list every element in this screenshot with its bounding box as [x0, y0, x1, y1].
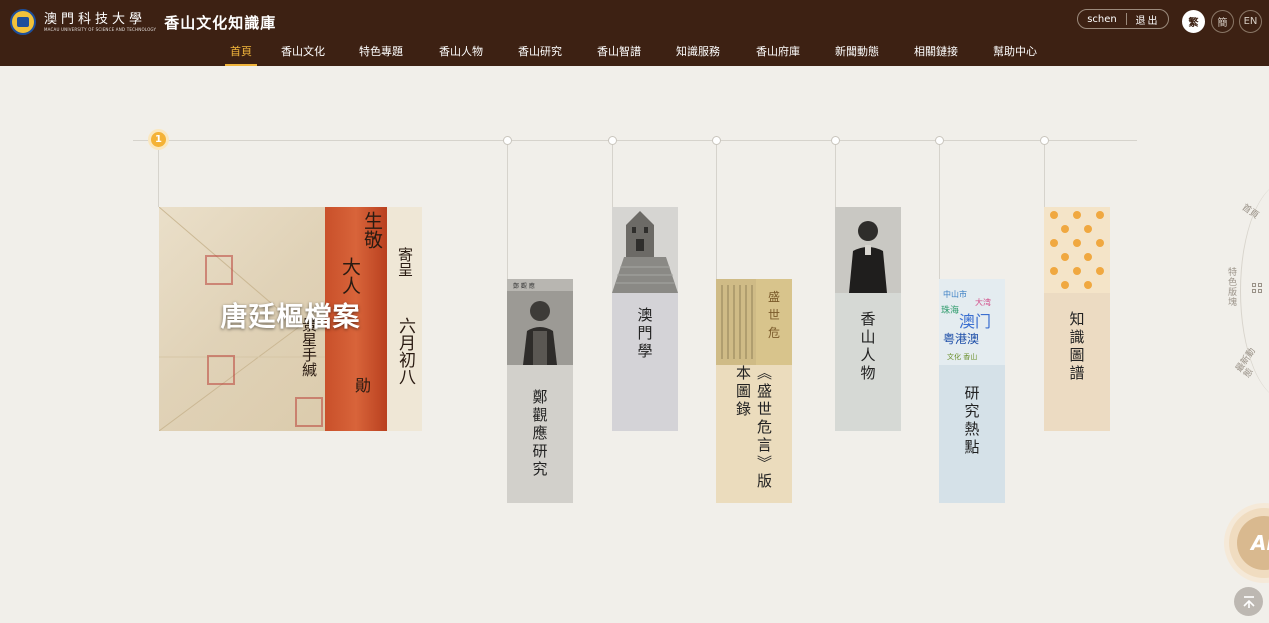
book-page-photo: 盛 世 危	[716, 279, 792, 365]
university-emblem-icon	[10, 9, 36, 35]
calligraphy-text: 勛	[352, 377, 371, 393]
svg-text:中山市: 中山市	[943, 289, 967, 299]
ruins-of-st-paul-photo	[612, 207, 678, 293]
svg-text:文化 香山: 文化 香山	[947, 352, 977, 361]
calligraphy-text: 大人	[339, 257, 361, 295]
timeline-dot[interactable]	[503, 136, 512, 145]
portrait-photo: 鄭 觀 應	[507, 279, 573, 365]
topic-card-label: 鄭觀應研究	[530, 389, 549, 479]
svg-text:珠海: 珠海	[941, 304, 959, 316]
topic-card-label: 《盛世危言》版本圖錄	[734, 365, 773, 491]
seal-stamp	[207, 355, 235, 385]
back-to-top-button[interactable]	[1234, 587, 1263, 616]
nav-knowledge-services[interactable]: 知識服務	[676, 44, 720, 66]
calligraphy-text: 寄呈	[396, 247, 414, 277]
svg-text:澳门: 澳门	[959, 312, 991, 331]
svg-text:世: 世	[768, 308, 780, 322]
topic-card-shengshi-weiyan[interactable]: 盛 世 危 《盛世危言》版本圖錄	[716, 279, 792, 503]
topic-card-label: 澳門學	[635, 307, 654, 361]
timeline-connector	[612, 144, 613, 207]
timeline-connector	[158, 150, 159, 207]
topic-card-label: 知識圖譜	[1067, 311, 1086, 383]
svg-text:危: 危	[768, 326, 780, 340]
ai-label: AI	[1237, 516, 1269, 570]
timeline-connector	[1044, 144, 1045, 207]
arrow-up-icon	[1242, 595, 1255, 608]
topic-card-macau-studies[interactable]: 澳門學	[612, 207, 678, 431]
username-link[interactable]: schen	[1078, 14, 1126, 25]
timeline-dot[interactable]	[935, 136, 944, 145]
nav-xiangshan-archive[interactable]: 香山府庫	[756, 44, 800, 66]
topic-card-label: 研究熱點	[962, 385, 981, 457]
featured-card[interactable]: 寄呈 生敬 大人 景星手緘 六月初八 勛 唐廷樞檔案	[159, 207, 422, 431]
university-name-en: MACAU UNIVERSITY OF SCIENCE AND TECHNOLO…	[44, 26, 157, 32]
timeline-connector	[716, 144, 717, 279]
side-menu-featured-sections[interactable]: 特色版塊	[1228, 268, 1238, 308]
timeline-connector	[939, 144, 940, 279]
lang-traditional-button[interactable]: 繁	[1182, 10, 1205, 33]
featured-title: 唐廷樞檔案	[220, 302, 361, 333]
svg-text:大湾: 大湾	[975, 297, 991, 307]
ai-assistant-button[interactable]: AI	[1229, 508, 1269, 578]
seal-stamp	[205, 255, 233, 285]
site-logo[interactable]: 澳門科技大學 MACAU UNIVERSITY OF SCIENCE AND T…	[10, 8, 276, 36]
sun-yat-sen-photo	[835, 207, 901, 293]
timeline-dot[interactable]	[712, 136, 721, 145]
nav-home[interactable]: 首頁	[225, 44, 257, 66]
timeline-dot[interactable]	[608, 136, 617, 145]
orange-dot-pattern	[1044, 207, 1110, 293]
nav-featured-topics[interactable]: 特色專題	[359, 44, 403, 66]
logout-button[interactable]: 退出	[1127, 12, 1168, 27]
site-header: 澳門科技大學 MACAU UNIVERSITY OF SCIENCE AND T…	[0, 0, 1269, 66]
lang-simplified-button[interactable]: 簡	[1211, 10, 1234, 33]
topic-card-research-hotspots[interactable]: 中山市 珠海 澳门 粤港澳 大湾 文化 香山 研究熱點	[939, 279, 1005, 503]
topic-card-zheng-guanying[interactable]: 鄭 觀 應 鄭觀應研究	[507, 279, 573, 503]
site-title: 香山文化知識庫	[164, 13, 277, 32]
nav-help-center[interactable]: 幫助中心	[993, 44, 1037, 66]
timeline-connector	[835, 144, 836, 207]
timeline-current-marker[interactable]: 1	[148, 129, 169, 150]
calligraphy-text: 生敬	[361, 211, 383, 249]
timeline-dot[interactable]	[1040, 136, 1049, 145]
svg-text:粤港澳: 粤港澳	[943, 331, 979, 346]
nav-xiangshan-culture[interactable]: 香山文化	[281, 44, 325, 66]
nav-xiangshan-knowledge-graph[interactable]: 香山智譜	[597, 44, 641, 66]
nav-xiangshan-research[interactable]: 香山研究	[518, 44, 562, 66]
topic-card-xiangshan-people[interactable]: 香山人物	[835, 207, 901, 431]
nav-related-links[interactable]: 相關鏈接	[914, 44, 958, 66]
timeline-dot[interactable]	[831, 136, 840, 145]
timeline-connector	[507, 144, 508, 279]
topic-card-knowledge-graph[interactable]: 知識圖譜	[1044, 207, 1110, 431]
nav-news[interactable]: 新聞動態	[835, 44, 879, 66]
seal-stamp	[295, 397, 323, 427]
lang-english-button[interactable]: EN	[1239, 10, 1262, 33]
user-box: schen 退出	[1077, 9, 1169, 29]
nav-xiangshan-people[interactable]: 香山人物	[439, 44, 483, 66]
university-name-cn: 澳門科技大學	[44, 11, 147, 27]
svg-text:盛: 盛	[768, 289, 780, 304]
word-cloud: 中山市 珠海 澳门 粤港澳 大湾 文化 香山	[939, 279, 1005, 365]
timeline-line	[133, 140, 1137, 141]
svg-text:鄭 觀 應: 鄭 觀 應	[513, 282, 535, 290]
grid-icon[interactable]	[1252, 283, 1264, 295]
main-nav: 首頁 香山文化 特色專題 香山人物 香山研究 香山智譜 知識服務 香山府庫 新聞…	[0, 44, 1269, 66]
topic-card-label: 香山人物	[858, 311, 877, 383]
